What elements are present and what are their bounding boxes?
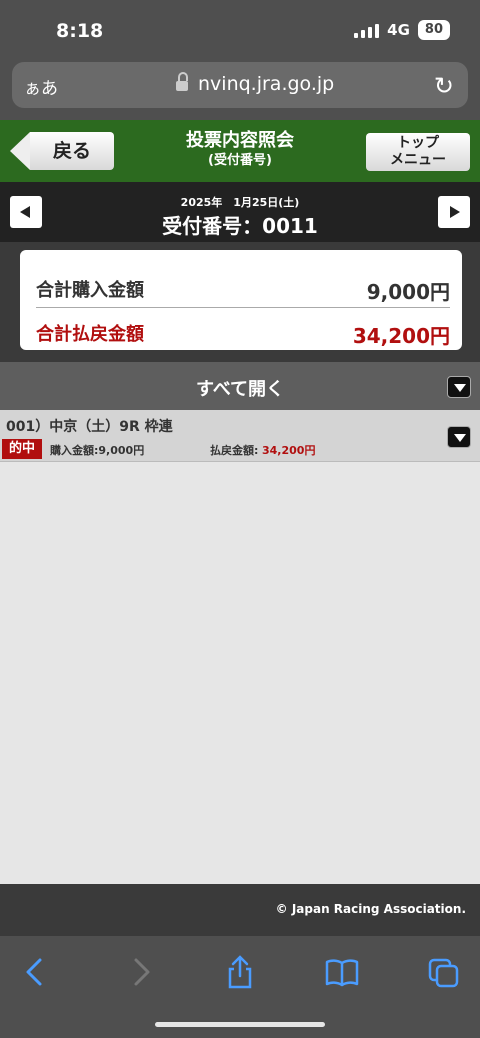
expand-item-chevron-icon[interactable] — [447, 426, 471, 448]
status-time: 8:18 — [56, 20, 104, 42]
top-menu-line2: メニュー — [390, 152, 446, 168]
signal-icon — [354, 22, 380, 38]
bet-payout-value: 34,200円 — [262, 444, 316, 457]
book-icon[interactable] — [322, 954, 362, 990]
chevron-right-icon[interactable] — [120, 954, 160, 990]
page-title-sub: (受付番号) — [208, 153, 272, 168]
back-arrow-icon — [10, 132, 30, 170]
bet-date: 2025年 1月25日(土) — [180, 196, 300, 209]
total-payout-row: 合計払戻金額 34,200円 — [36, 310, 450, 352]
tabs-icon[interactable] — [424, 954, 464, 990]
next-receipt-button[interactable] — [438, 196, 470, 228]
status-indicators: 4G 80 — [354, 20, 450, 40]
total-purchase-row: 合計購入金額 9,000円 — [36, 266, 450, 308]
previous-receipt-button[interactable] — [10, 196, 42, 228]
page-title-main: 投票内容照会 — [186, 130, 294, 151]
network-type: 4G — [387, 21, 410, 39]
share-icon[interactable] — [220, 954, 260, 990]
total-payout-label: 合計払戻金額 — [36, 324, 144, 345]
totals-section: 合計購入金額 9,000円 合計払戻金額 34,200円 — [0, 242, 480, 362]
expand-all-bar[interactable]: すべて開く — [0, 362, 480, 410]
chevron-left-icon[interactable] — [16, 954, 56, 990]
browser-toolbar — [0, 936, 480, 1038]
page-header: 戻る 投票内容照会 (受付番号) トップ メニュー — [0, 120, 480, 182]
back-button[interactable]: 戻る — [10, 132, 114, 170]
battery-icon: 80 — [417, 20, 450, 40]
receipt-nav-bar: 2025年 1月25日(土) 受付番号：0011 — [0, 182, 480, 242]
bet-purchase-amount: 購入金額:9,000円 — [50, 444, 145, 457]
receipt-number: 受付番号：0011 — [162, 214, 318, 238]
totals-panel: 合計購入金額 9,000円 合計払戻金額 34,200円 — [20, 250, 462, 350]
expand-all-label: すべて開く — [195, 379, 285, 400]
lock-icon — [176, 72, 188, 92]
url-text[interactable]: nvinq.jra.go.jp — [198, 73, 334, 95]
bet-title: 001）中京（土）9R 枠連 — [6, 419, 173, 435]
hit-badge: 的中 — [2, 439, 42, 459]
text-size-button[interactable]: ぁあ — [24, 74, 58, 99]
total-payout-value: 34,200円 — [352, 324, 450, 348]
page-title: 投票内容照会 (受付番号) — [140, 130, 340, 170]
back-button-label: 戻る — [30, 132, 114, 170]
total-purchase-value: 9,000円 — [366, 280, 450, 304]
copyright: © Japan Racing Association. — [275, 902, 466, 916]
list-item[interactable]: 001）中京（土）9R 枠連 的中 購入金額:9,000円 払戻金額: 34,2… — [0, 410, 480, 462]
expand-all-chevron-icon[interactable] — [447, 376, 471, 398]
top-menu-button[interactable]: トップ メニュー — [366, 133, 470, 171]
url-bar[interactable]: ぁあ nvinq.jra.go.jp ↻ — [12, 62, 468, 108]
home-indicator — [155, 1022, 325, 1027]
page-footer: © Japan Racing Association. — [0, 884, 480, 936]
reload-icon[interactable]: ↻ — [434, 72, 454, 100]
bet-payout-label: 払戻金額: — [210, 444, 259, 457]
total-purchase-label: 合計購入金額 — [36, 280, 144, 301]
browser-top-bar: 8:18 4G 80 ぁあ nvinq.jra.go.jp ↻ — [0, 0, 480, 120]
top-menu-line1: トップ — [397, 135, 439, 151]
